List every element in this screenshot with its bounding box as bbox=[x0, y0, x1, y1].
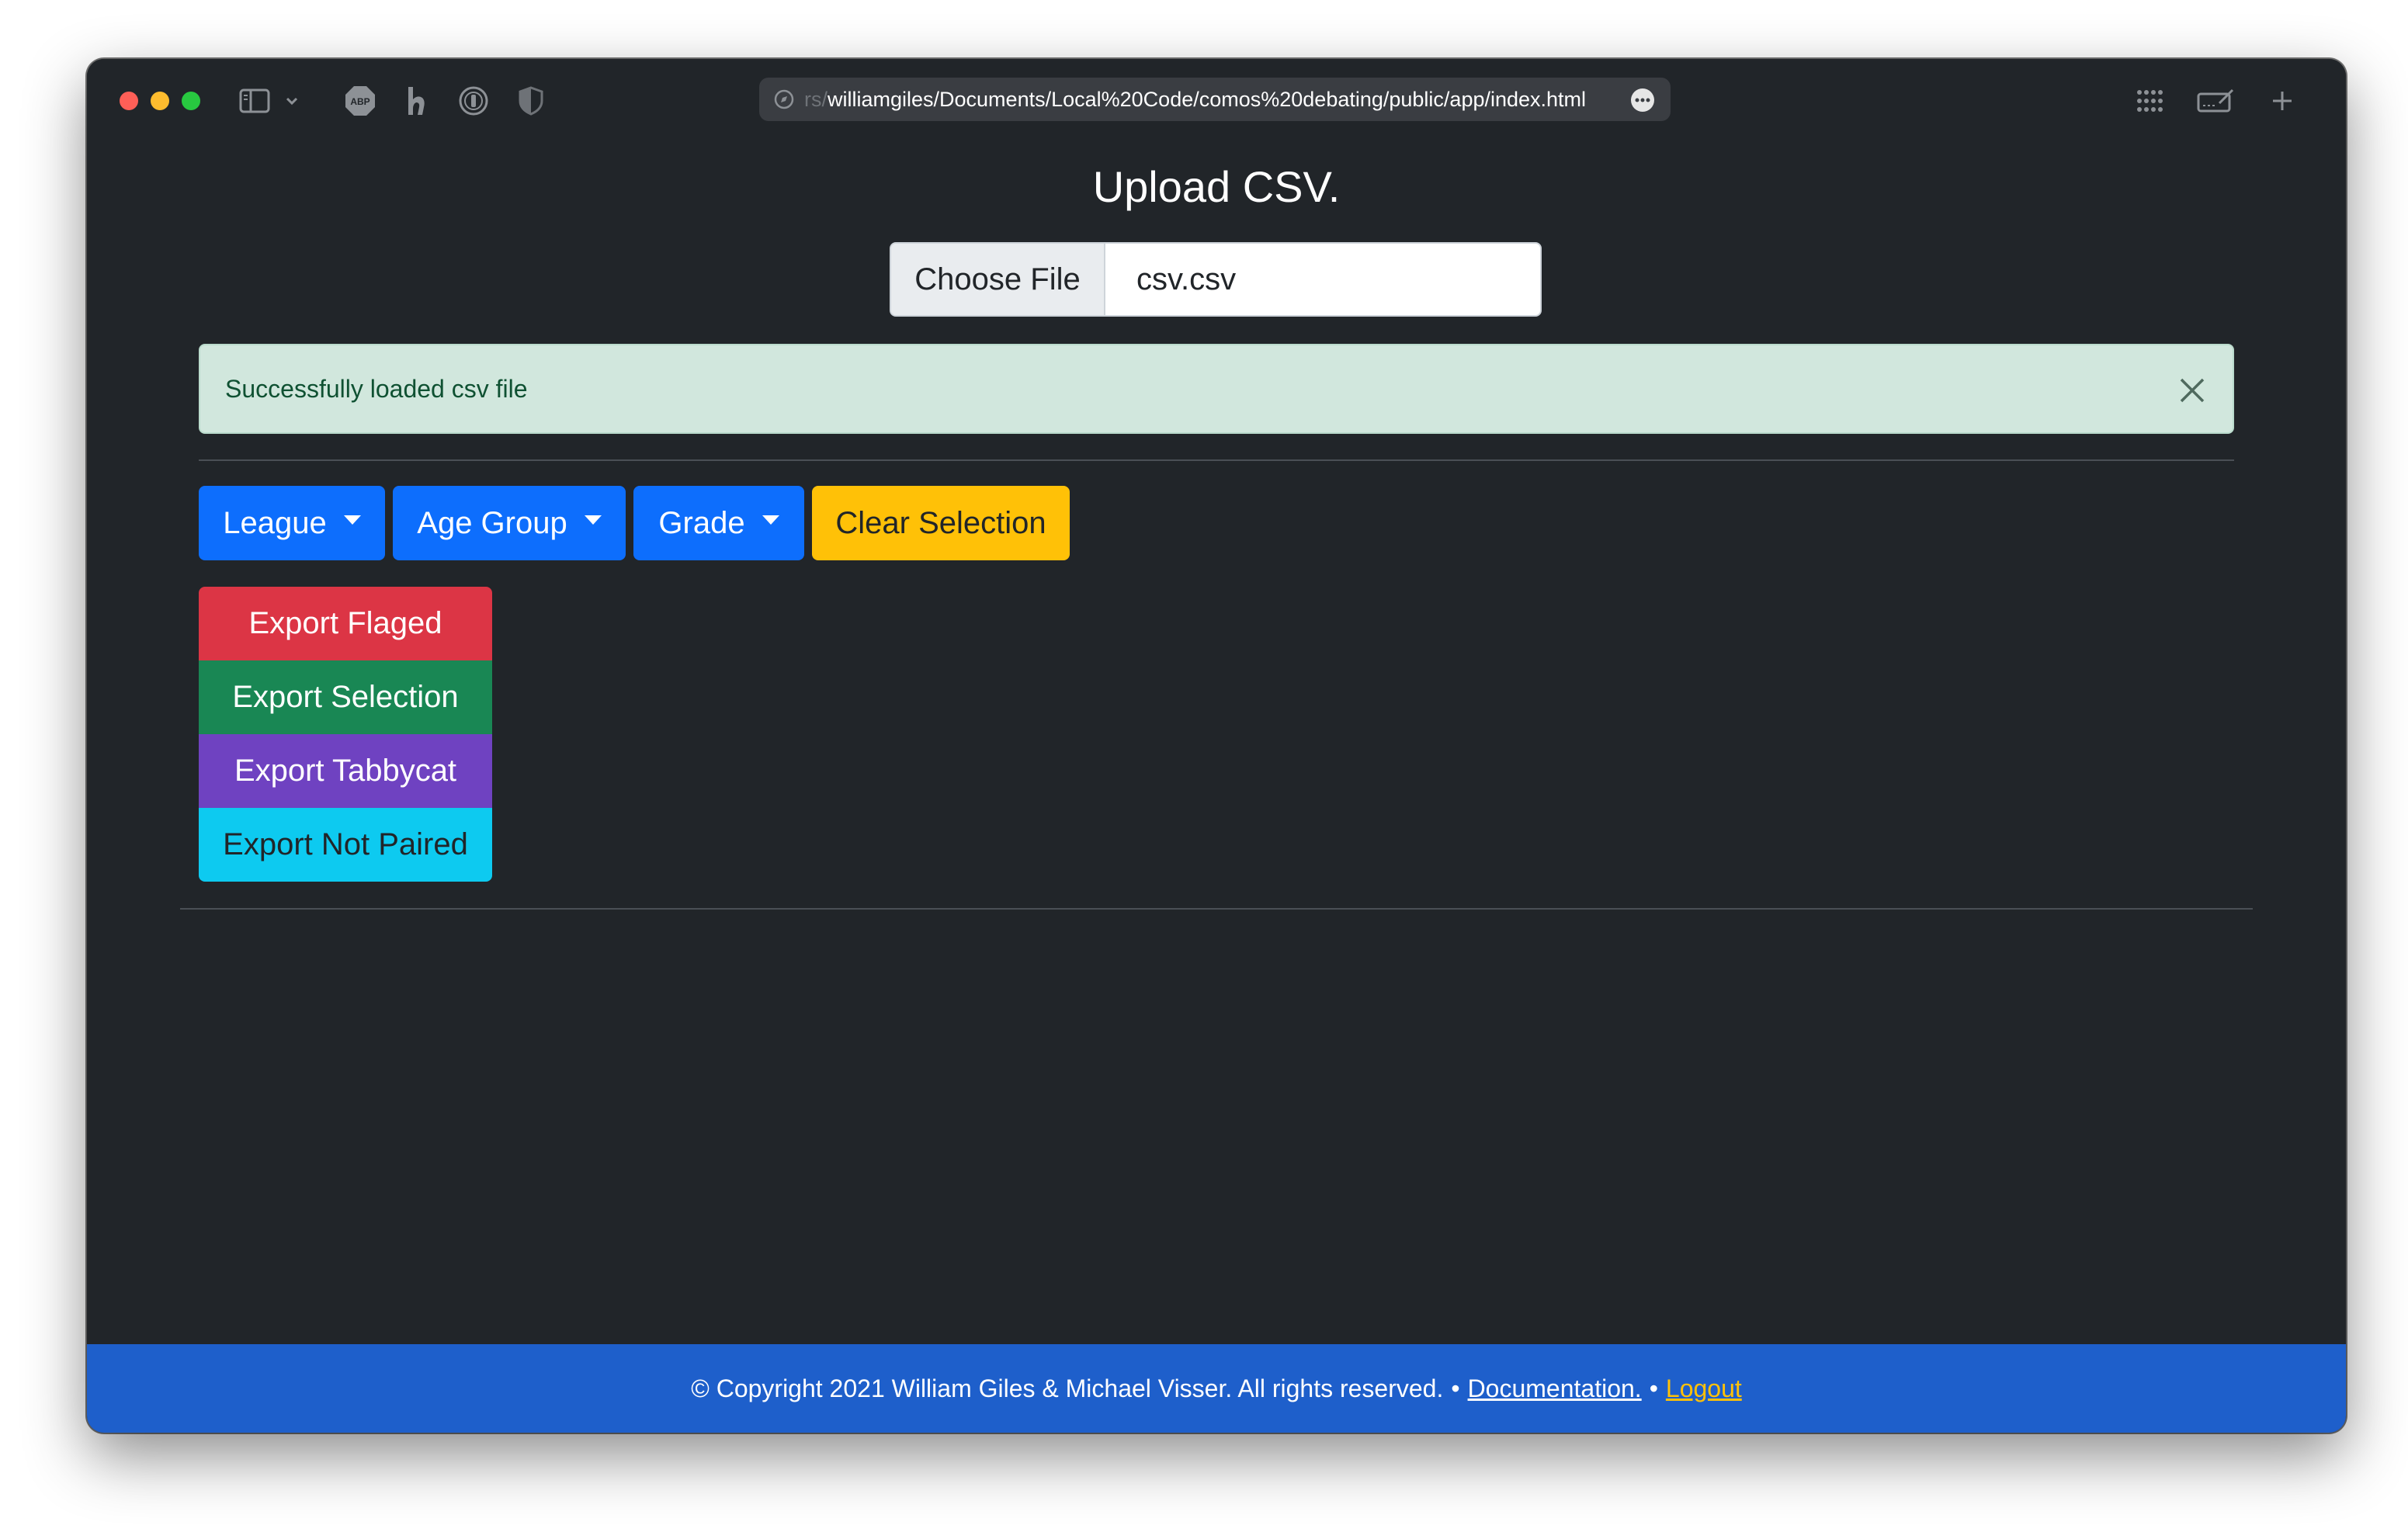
grade-dropdown-button[interactable]: Grade bbox=[633, 486, 804, 560]
export-button-group: Export Flaged Export Selection Export Ta… bbox=[199, 587, 492, 882]
divider bbox=[199, 459, 2234, 461]
close-window-button[interactable] bbox=[120, 92, 138, 110]
csv-file-input[interactable]: Choose File csv.csv bbox=[890, 242, 1542, 317]
export-not-paired-button[interactable]: Export Not Paired bbox=[199, 808, 492, 882]
documentation-link[interactable]: Documentation. bbox=[1468, 1374, 1642, 1403]
adblock-icon[interactable]: ABP bbox=[342, 82, 379, 120]
sidebar-toggle-icon[interactable] bbox=[238, 82, 272, 120]
page-title: Upload CSV. bbox=[1092, 162, 1341, 211]
league-label: League bbox=[223, 505, 327, 540]
honey-extension-icon[interactable] bbox=[399, 82, 433, 120]
export-flaged-button[interactable]: Export Flaged bbox=[199, 587, 492, 660]
grid-icon[interactable] bbox=[2133, 82, 2167, 120]
copyright-text: © Copyright 2021 William Giles & Michael… bbox=[691, 1374, 1444, 1402]
selected-file-name: csv.csv bbox=[1136, 262, 1237, 296]
close-icon[interactable] bbox=[2175, 373, 2209, 407]
export-tabbycat-button[interactable]: Export Tabbycat bbox=[199, 734, 492, 808]
minimize-window-button[interactable] bbox=[151, 92, 169, 110]
more-options-icon[interactable] bbox=[1630, 88, 1655, 118]
caret-down-icon bbox=[762, 515, 779, 525]
logout-link[interactable]: Logout bbox=[1666, 1374, 1742, 1403]
edit-icon[interactable] bbox=[2195, 82, 2236, 120]
league-dropdown-button[interactable]: League bbox=[199, 486, 385, 560]
grade-label: Grade bbox=[658, 505, 745, 540]
alert-message: Successfully loaded csv file bbox=[225, 374, 528, 403]
chevron-down-icon[interactable] bbox=[283, 82, 301, 120]
address-url: rs/williamgiles/Documents/Local%20Code/c… bbox=[804, 87, 1587, 111]
choose-file-button[interactable]: Choose File bbox=[891, 244, 1105, 315]
divider bbox=[180, 908, 2253, 910]
footer: © Copyright 2021 William Giles & Michael… bbox=[87, 1344, 2346, 1433]
zoom-window-button[interactable] bbox=[182, 92, 200, 110]
address-bar[interactable]: rs/williamgiles/Documents/Local%20Code/c… bbox=[759, 78, 1671, 121]
caret-down-icon bbox=[343, 515, 361, 525]
browser-titlebar: ABP rs/williamgiles/Documents/Local%20Co… bbox=[87, 59, 2346, 140]
export-selection-button[interactable]: Export Selection bbox=[199, 660, 492, 734]
shield-icon[interactable] bbox=[515, 82, 546, 120]
new-tab-icon[interactable] bbox=[2268, 82, 2296, 120]
svg-text:ABP: ABP bbox=[350, 96, 370, 107]
compass-icon bbox=[773, 88, 795, 116]
caret-down-icon bbox=[584, 515, 602, 525]
age-group-label: Age Group bbox=[417, 505, 567, 540]
footer-separator: • bbox=[1649, 1374, 1658, 1402]
browser-window: ABP rs/williamgiles/Documents/Local%20Co… bbox=[87, 59, 2346, 1433]
footer-separator: • bbox=[1451, 1374, 1460, 1402]
clear-selection-button[interactable]: Clear Selection bbox=[812, 486, 1070, 560]
success-alert: Successfully loaded csv file bbox=[199, 344, 2234, 434]
age-group-dropdown-button[interactable]: Age Group bbox=[393, 486, 626, 560]
password-manager-icon[interactable] bbox=[456, 82, 491, 120]
